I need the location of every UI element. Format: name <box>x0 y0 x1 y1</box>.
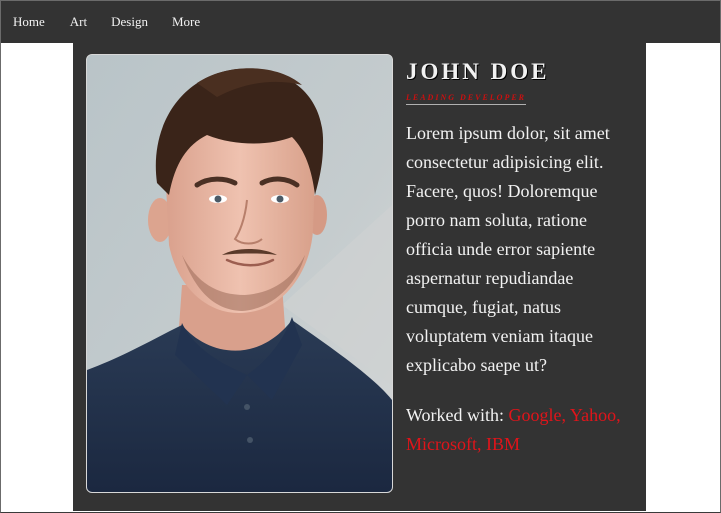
nav-design-link[interactable]: Design <box>111 1 148 43</box>
company-microsoft: Microsoft, <box>406 434 482 454</box>
profile-photo <box>86 54 393 493</box>
profile-card: JOHN DOE LEADING DEVELOPER Lorem ipsum d… <box>73 43 646 511</box>
worked-with-label: Worked with: <box>406 405 505 425</box>
worked-with: Worked with: Google, Yahoo, Microsoft, I… <box>406 401 631 459</box>
profile-role: LEADING DEVELOPER <box>406 93 527 105</box>
nav-home-link[interactable]: Home <box>13 1 45 43</box>
company-google: Google, <box>508 405 567 425</box>
company-ibm: IBM <box>486 434 521 454</box>
profile-bio: Lorem ipsum dolor, sit amet consectetur … <box>406 123 610 375</box>
nav-art-link[interactable]: Art <box>70 1 87 43</box>
nav-more-link[interactable]: More <box>172 1 200 43</box>
top-navbar: Home Art Design More <box>1 1 720 43</box>
profile-info: JOHN DOE LEADING DEVELOPER Lorem ipsum d… <box>406 57 631 459</box>
company-yahoo: Yahoo, <box>569 405 621 425</box>
profile-name: JOHN DOE <box>406 59 550 84</box>
